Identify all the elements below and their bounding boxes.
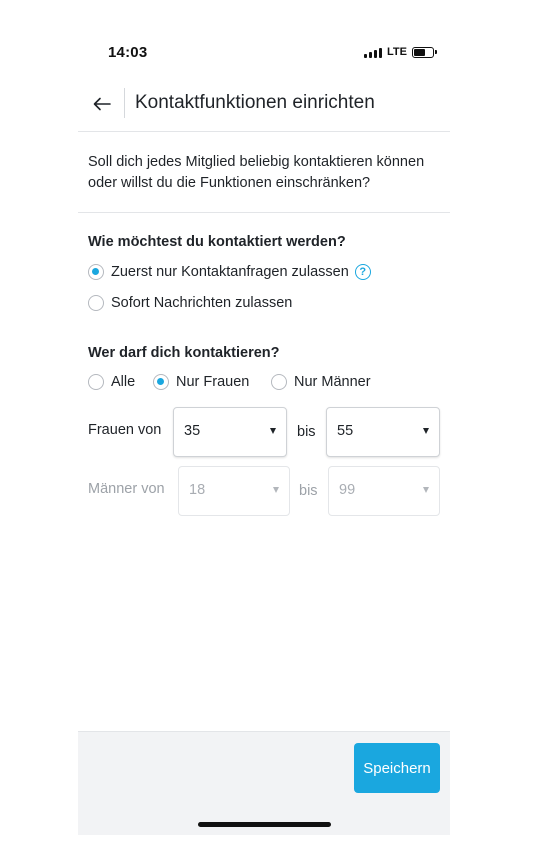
range-separator: bis: [299, 483, 318, 499]
women-age-from-select[interactable]: 35: [173, 407, 287, 457]
network-label: LTE: [387, 46, 407, 58]
radio-option-instant-messages[interactable]: Sofort Nachrichten zulassen: [88, 295, 292, 311]
radio-button[interactable]: [271, 374, 287, 390]
app-screen: 14:03 LTE Kontaktfunktionen einrichten S…: [78, 0, 450, 847]
battery-icon: [412, 46, 437, 58]
question-circle-icon[interactable]: ?: [354, 264, 371, 280]
who-can-contact-heading: Wer darf dich kontaktieren?: [88, 345, 280, 361]
arrow-left-icon: [93, 97, 111, 111]
page-header: Kontaktfunktionen einrichten: [78, 80, 450, 132]
status-time: 14:03: [108, 44, 148, 61]
radio-label: Sofort Nachrichten zulassen: [111, 295, 293, 311]
radio-button-checked[interactable]: [153, 374, 169, 390]
home-indicator[interactable]: [198, 822, 331, 827]
save-button[interactable]: Speichern: [354, 743, 440, 793]
select-value: 99: [339, 482, 356, 498]
caret-down-icon: [270, 428, 276, 434]
radio-option-only-men[interactable]: Nur Männer: [271, 374, 371, 390]
radio-option-only-women[interactable]: Nur Frauen: [153, 374, 249, 390]
radio-option-contact-requests[interactable]: Zuerst nur Kontaktanfragen zulassen ?: [88, 264, 371, 280]
men-age-from-select: 18: [178, 466, 290, 516]
signal-icon: [364, 47, 383, 58]
caret-down-icon: [423, 428, 429, 434]
radio-label: Alle: [111, 374, 136, 390]
select-value: 35: [184, 423, 201, 439]
radio-button[interactable]: [88, 295, 104, 311]
radio-button[interactable]: [88, 374, 104, 390]
women-range-label: Frauen von: [88, 422, 162, 438]
radio-option-all[interactable]: Alle: [88, 374, 135, 390]
men-range-label: Männer von: [88, 481, 165, 497]
intro-section: Soll dich jedes Mitglied beliebig kontak…: [78, 133, 450, 213]
radio-button-checked[interactable]: [88, 264, 104, 280]
status-indicators: LTE: [364, 46, 437, 58]
range-separator: bis: [297, 424, 316, 440]
radio-label: Zuerst nur Kontaktanfragen zulassen: [111, 264, 349, 280]
men-age-to-select: 99: [328, 466, 440, 516]
back-button[interactable]: [86, 89, 118, 119]
page-title: Kontaktfunktionen einrichten: [135, 92, 375, 113]
radio-label: Nur Männer: [294, 374, 371, 390]
women-age-to-select[interactable]: 55: [326, 407, 440, 457]
intro-text: Soll dich jedes Mitglied beliebig kontak…: [88, 154, 425, 191]
caret-down-icon: [423, 487, 429, 493]
contact-mode-heading: Wie möchtest du kontaktiert werden?: [88, 234, 346, 250]
select-value: 55: [337, 423, 354, 439]
status-bar: 14:03 LTE: [78, 38, 450, 68]
footer-bar: Speichern: [78, 731, 450, 835]
header-divider: [124, 88, 125, 118]
radio-label: Nur Frauen: [176, 374, 250, 390]
select-value: 18: [189, 482, 206, 498]
caret-down-icon: [273, 487, 279, 493]
